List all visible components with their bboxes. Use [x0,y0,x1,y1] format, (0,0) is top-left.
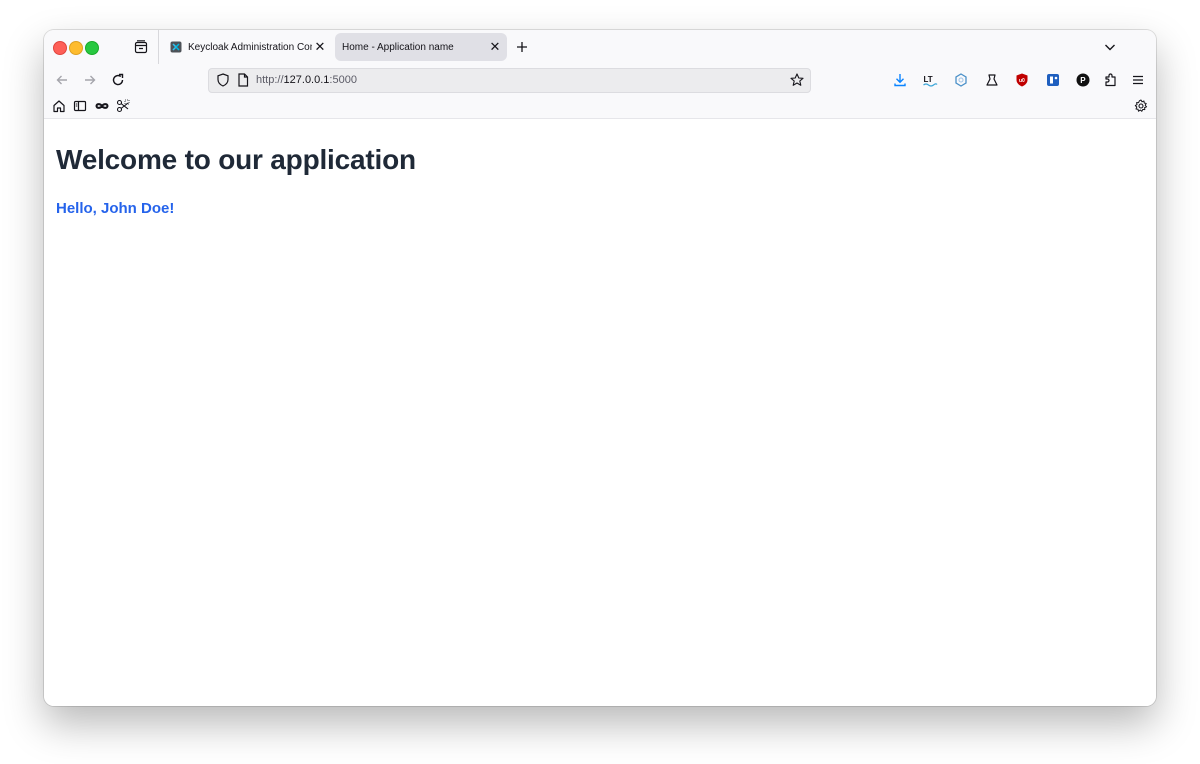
url-scheme: http:// [256,74,284,86]
scissors-icon[interactable] [116,99,130,113]
languagetool-icon[interactable]: LT [922,72,938,88]
window-maximize-button[interactable] [85,41,99,55]
url-bar[interactable]: http://127.0.0.1:5000 [208,68,811,93]
url-text[interactable]: http://127.0.0.1:5000 [256,74,357,86]
user-greeting: Hello, John Doe! [56,200,175,217]
tab-keycloak[interactable]: Keycloak Administration Console ✕ [162,33,332,61]
chevron-down-icon[interactable] [1102,39,1118,55]
window-minimize-button[interactable] [69,41,83,55]
menu-icon[interactable] [1130,72,1146,88]
url-host: 127.0.0.1 [283,74,330,86]
home-icon[interactable] [52,99,66,113]
window-close-button[interactable] [53,41,67,55]
close-tab-icon[interactable]: ✕ [312,39,328,55]
shield-icon[interactable] [215,72,231,88]
close-tab-icon[interactable]: ✕ [487,39,503,55]
url-port: :5000 [329,74,357,86]
bookmark-star-icon[interactable] [789,72,805,88]
bookmarks-toolbar [44,96,1156,119]
reload-icon[interactable] [110,72,126,88]
tab-home-application[interactable]: Home - Application name ✕ [335,33,507,61]
page-title: Welcome to our application [56,144,416,175]
extension-person-icon[interactable] [984,72,1000,88]
extension-p-icon[interactable]: P [1075,72,1091,88]
new-tab-icon[interactable] [514,39,530,55]
extension-blue-icon[interactable] [1045,72,1061,88]
sidebar-icon[interactable] [73,99,87,113]
download-icon[interactable] [892,72,908,88]
tab-title: Home - Application name [342,41,454,53]
navigation-toolbar: http://127.0.0.1:5000 LT u0 P [44,64,1156,96]
tab-title: Keycloak Administration Console [188,41,312,53]
svg-text:u0: u0 [1019,78,1025,84]
gear-icon[interactable] [1134,99,1148,113]
infinity-icon[interactable] [95,99,109,113]
svg-text:P: P [1080,76,1086,85]
page-content: Welcome to our application Hello, John D… [44,119,1156,706]
tab-strip: Keycloak Administration Console ✕ Home -… [44,30,1156,64]
ublock-icon[interactable]: u0 [1014,72,1030,88]
back-arrow-icon[interactable] [54,72,70,88]
extensions-puzzle-icon[interactable] [1103,72,1119,88]
forward-arrow-icon[interactable] [82,72,98,88]
svg-text:LT: LT [924,75,933,84]
tab-overview-icon[interactable] [133,39,149,55]
tab-divider [158,30,159,64]
browser-window: Keycloak Administration Console ✕ Home -… [44,30,1156,706]
page-icon[interactable] [235,72,251,88]
keycloak-favicon-icon [170,41,182,53]
extension-hex-icon[interactable] [953,72,969,88]
